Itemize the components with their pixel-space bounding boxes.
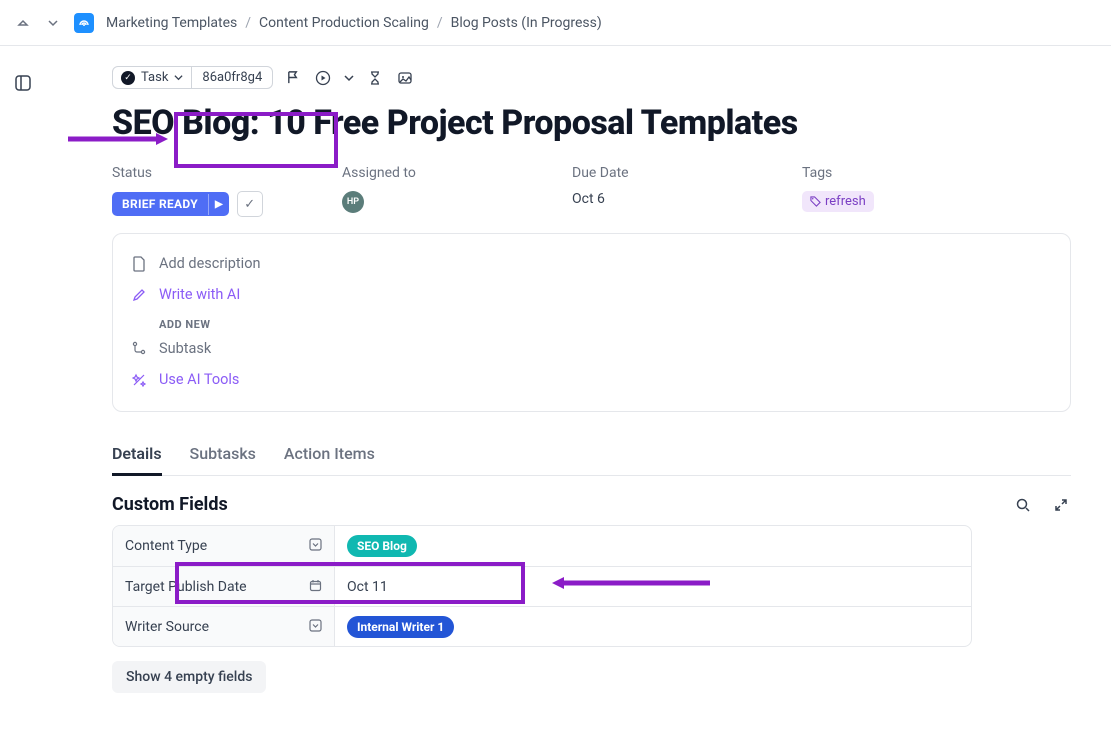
add-new-heading: ADD NEW [131,310,1052,333]
tag-label: refresh [825,194,866,209]
status-advance-icon[interactable]: ▶ [208,194,229,215]
tab-details[interactable]: Details [112,438,162,475]
tag-chip[interactable]: refresh [802,191,874,212]
dropdown-field-icon [309,538,322,554]
add-description-button[interactable]: Add description [131,248,1052,279]
annotation-arrow [550,574,710,592]
workspace-icon [74,13,94,33]
task-type-control[interactable]: Task 86a0fr8g4 [112,66,273,89]
sidebar-toggle-icon[interactable] [14,74,34,94]
image-icon[interactable] [395,68,415,88]
use-ai-tools-button[interactable]: Use AI Tools [131,364,1052,395]
dropdown-field-icon [309,619,322,635]
description-panel: Add description Write with AI ADD NEW Su… [112,233,1071,412]
custom-field-row[interactable]: Writer Source Internal Writer 1 [113,606,971,646]
expand-icon[interactable] [1051,495,1071,515]
custom-fields-heading: Custom Fields [112,494,228,515]
cf-value-pill[interactable]: SEO Blog [347,535,417,557]
cf-key-label: Target Publish Date [125,579,247,595]
pencil-icon [131,287,147,303]
status-chip[interactable]: BRIEF READY ▶ [112,192,229,216]
breadcrumb-item[interactable]: Marketing Templates [106,15,237,31]
chevron-down-icon[interactable] [343,68,355,88]
breadcrumb-separator: / [245,15,251,31]
status-label: Status [112,165,272,181]
custom-field-row[interactable]: Target Publish Date Oct 11 [113,566,971,606]
cf-value-pill[interactable]: Internal Writer 1 [347,616,454,638]
page-title[interactable]: SEO Blog: 10 Free Project Proposal Templ… [112,103,1071,143]
show-empty-fields-button[interactable]: Show 4 empty fields [112,661,266,693]
tag-icon [810,196,821,207]
breadcrumb: Marketing Templates / Content Production… [106,15,602,31]
flag-icon[interactable] [283,68,303,88]
custom-field-row[interactable]: Content Type SEO Blog [113,526,971,566]
assigned-label: Assigned to [342,165,502,181]
calendar-field-icon [309,579,322,595]
cf-key-label: Content Type [125,538,207,554]
breadcrumb-item[interactable]: Content Production Scaling [259,15,429,31]
annotation-arrow [68,132,168,146]
add-subtask-button[interactable]: Subtask [131,333,1052,364]
breadcrumb-separator: / [437,15,443,31]
chevron-down-icon [174,73,183,82]
tags-label: Tags [802,165,962,181]
task-status-dot-icon [121,71,135,85]
task-id[interactable]: 86a0fr8g4 [192,67,272,88]
task-type-label: Task [141,70,168,85]
tab-action-items[interactable]: Action Items [284,438,375,475]
play-circle-icon[interactable] [313,68,333,88]
hourglass-icon[interactable] [365,68,385,88]
tab-subtasks[interactable]: Subtasks [190,438,256,475]
cf-value-text[interactable]: Oct 11 [347,579,388,595]
subtask-icon [131,341,147,357]
nav-back-button[interactable] [14,14,32,32]
search-icon[interactable] [1013,495,1033,515]
sparkle-icon [131,372,147,388]
cf-key-label: Writer Source [125,619,209,635]
document-icon [131,256,147,272]
complete-button[interactable]: ✓ [237,191,263,217]
breadcrumb-item[interactable]: Blog Posts (In Progress) [451,15,602,31]
due-date-value[interactable]: Oct 6 [572,191,732,207]
custom-fields-table: Content Type SEO Blog Target Publish Dat… [112,525,972,647]
due-date-label: Due Date [572,165,732,181]
status-value: BRIEF READY [112,192,208,216]
nav-forward-button[interactable] [44,14,62,32]
assignee-avatar[interactable]: HP [342,191,364,213]
write-with-ai-button[interactable]: Write with AI [131,279,1052,310]
